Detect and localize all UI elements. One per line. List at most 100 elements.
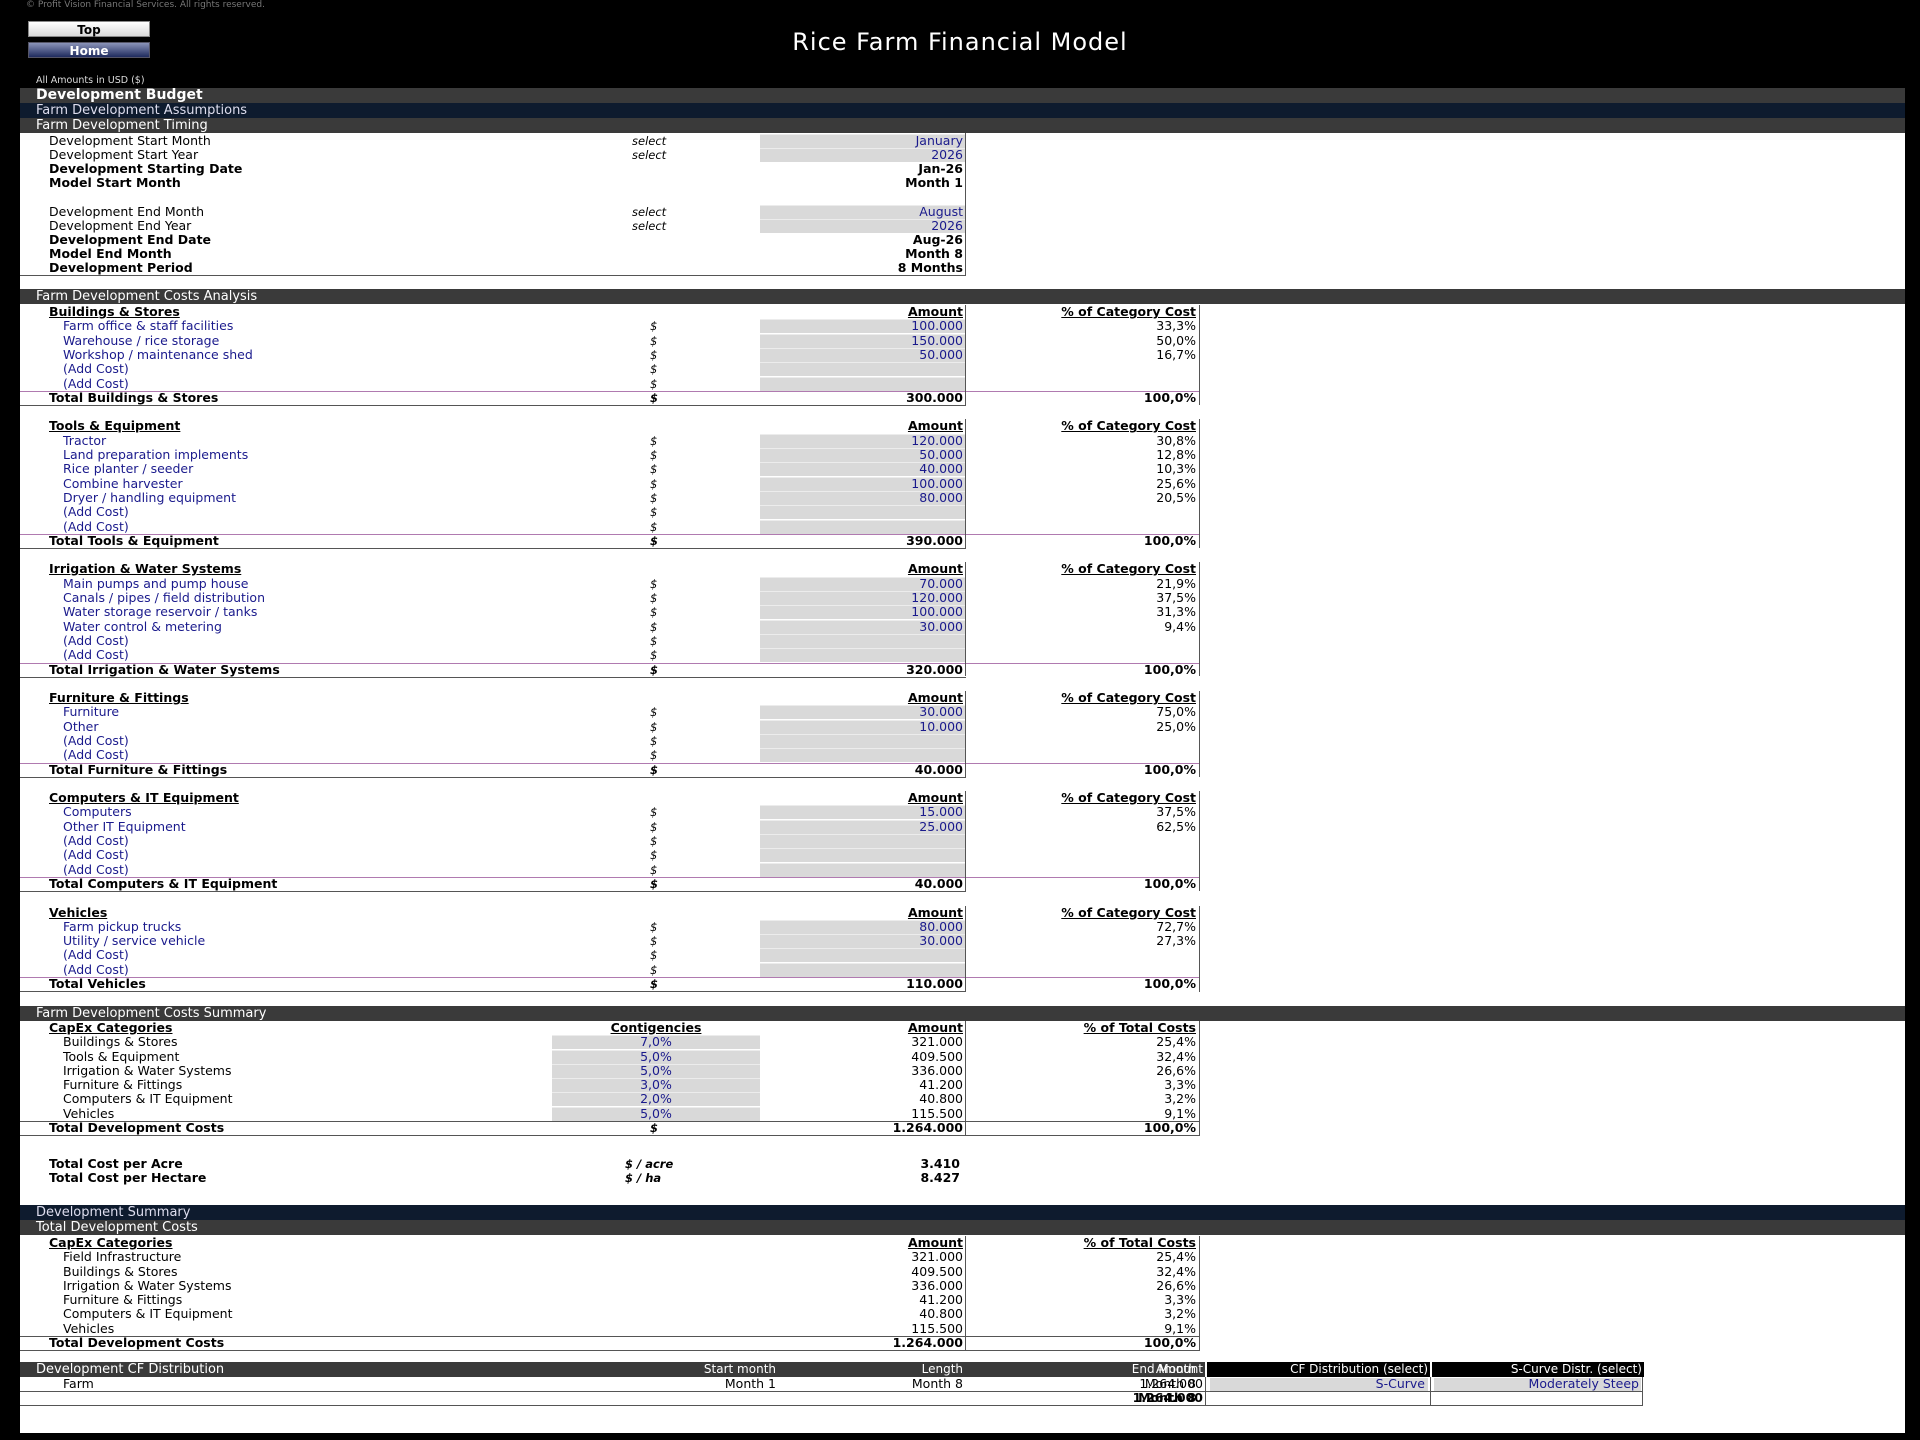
- currency-symbol: $: [650, 805, 658, 819]
- summary-row-amount: 40.800: [919, 1091, 963, 1106]
- cost-item-pct: 72,7%: [1156, 919, 1196, 934]
- cost-item-label: Water storage reservoir / tanks: [63, 604, 258, 619]
- cost-item-pct: 25,0%: [1156, 719, 1196, 734]
- cost-item-amount[interactable]: 30.000: [760, 620, 963, 634]
- dev-period-value: 8 Months: [897, 260, 963, 275]
- currency-symbol: $: [650, 319, 658, 333]
- devsum-row-pct: 25,4%: [1156, 1249, 1196, 1264]
- start-year-value[interactable]: 2026: [760, 148, 963, 162]
- row-divider: [20, 1350, 1200, 1351]
- column-divider: [965, 562, 966, 676]
- summary-row-pct: 25,4%: [1156, 1034, 1196, 1049]
- category-total-amount: 300.000: [906, 390, 963, 405]
- cost-item-amount[interactable]: 30.000: [760, 705, 963, 719]
- devsum-row-pct: 9,1%: [1164, 1321, 1196, 1336]
- cost-item-amount[interactable]: 70.000: [760, 577, 963, 591]
- devsum-total-amount: 1.264.000: [892, 1335, 963, 1350]
- cost-item-amount[interactable]: 10.000: [760, 720, 963, 734]
- end-date-label: Development End Date: [49, 232, 212, 247]
- end-year-value[interactable]: 2026: [760, 219, 963, 233]
- select-hint: select: [632, 219, 667, 233]
- cost-item-amount[interactable]: 25.000: [760, 820, 963, 834]
- cost-item-row: Canals / pipes / field distribution $120.…: [20, 591, 1220, 606]
- cost-item-pct: 25,6%: [1156, 476, 1196, 491]
- cost-item-amount[interactable]: 100.000: [760, 319, 963, 333]
- start-date-value: Jan-26: [918, 161, 963, 176]
- cost-item-amount[interactable]: 30.000: [760, 934, 963, 948]
- contingency-value[interactable]: 2,0%: [552, 1092, 760, 1106]
- summary-row: Buildings & Stores 7,0% 321.000 25,4%: [20, 1035, 1220, 1049]
- category-title: Furniture & Fittings: [49, 690, 189, 706]
- select-hint: select: [632, 205, 667, 219]
- cost-item-amount[interactable]: 40.000: [760, 462, 963, 476]
- cost-item-amount[interactable]: 120.000: [760, 434, 963, 448]
- summary-row-label: Furniture & Fittings: [63, 1077, 183, 1092]
- cost-item-pct: 10,3%: [1156, 461, 1196, 476]
- devsum-row-amount: 409.500: [911, 1264, 963, 1279]
- contingency-value[interactable]: 5,0%: [552, 1107, 760, 1121]
- cost-item-pct: 27,3%: [1156, 933, 1196, 948]
- cost-item-amount[interactable]: 100.000: [760, 477, 963, 491]
- devsum-row: Vehicles 115.500 9,1%: [20, 1322, 1220, 1336]
- cost-item-row: Furniture $30.000 75,0%: [20, 705, 1220, 720]
- copyright-text: © Profit Vision Financial Services. All …: [26, 0, 265, 10]
- category-total-label: Total Tools & Equipment: [49, 533, 219, 548]
- section-costs-analysis: Farm Development Costs Analysis: [20, 289, 1905, 304]
- category-total-row: Total Furniture & Fittings $40.000 100,0%: [20, 762, 1220, 778]
- devsum-row-label: Furniture & Fittings: [63, 1292, 183, 1307]
- cf-length-value: Month 8: [911, 1376, 963, 1391]
- cost-item-amount[interactable]: 80.000: [760, 920, 963, 934]
- cost-item-amount[interactable]: 15.000: [760, 805, 963, 819]
- currency-symbol: $: [650, 634, 658, 648]
- devsum-row-pct: 3,2%: [1164, 1306, 1196, 1321]
- category-total-amount: 40.000: [914, 762, 963, 777]
- cost-per-hectare-value: 8.427: [920, 1170, 960, 1185]
- cost-item-label: (Add Cost): [63, 833, 129, 848]
- summary-header-row: CapEx Categories Contigencies Amount % of T…: [20, 1021, 1220, 1035]
- devsum-row-label: Computers & IT Equipment: [63, 1306, 233, 1321]
- contingency-value[interactable]: 3,0%: [552, 1078, 760, 1092]
- cf-row-label: Farm: [63, 1376, 94, 1391]
- cost-item-amount[interactable]: 80.000: [760, 491, 963, 505]
- cost-item-pct: 30,8%: [1156, 433, 1196, 448]
- cf-dist-value[interactable]: S-Curve: [1210, 1377, 1425, 1391]
- currency-symbol: $: [650, 977, 659, 991]
- currency-symbol: $: [650, 620, 658, 634]
- category-total-pct: 100,0%: [1143, 533, 1196, 548]
- summary-total-pct: 100,0%: [1143, 1120, 1196, 1135]
- currency-symbol: $: [650, 920, 658, 934]
- dev-period-label: Development Period: [49, 260, 193, 275]
- cost-item-row: Warehouse / rice storage $150.000 50,0%: [20, 334, 1220, 349]
- cost-item-row: (Add Cost) $: [20, 833, 1220, 849]
- cost-item-amount[interactable]: 50.000: [760, 448, 963, 462]
- section-development-summary: Development Summary: [20, 1205, 1905, 1220]
- currency-symbol: $: [650, 477, 658, 491]
- contingency-value[interactable]: 7,0%: [552, 1035, 760, 1049]
- currency-symbol: $: [650, 605, 658, 619]
- category-total-row: Total Computers & IT Equipment $40.000 100…: [20, 877, 1220, 892]
- cf-dist-header: CF Distribution (select): [1290, 1362, 1428, 1376]
- cost-item-amount[interactable]: 100.000: [760, 605, 963, 619]
- cost-item-row: Water storage reservoir / tanks $100.000 3…: [20, 604, 1220, 620]
- summary-row: Irrigation & Water Systems 5,0% 336.000 26,…: [20, 1064, 1220, 1078]
- category-header-row: Buildings & Stores Amount % of Category Co…: [20, 305, 1220, 319]
- select-hint: select: [632, 134, 667, 148]
- cost-item-amount[interactable]: 120.000: [760, 591, 963, 605]
- cost-item-pct: 37,5%: [1156, 804, 1196, 819]
- model-start-value: Month 1: [905, 175, 963, 190]
- start-month-value[interactable]: January: [760, 134, 963, 148]
- end-month-value[interactable]: August: [760, 205, 963, 219]
- cost-item-row: Tractor $120.000 30,8%: [20, 433, 1220, 449]
- category-total-label: Total Irrigation & Water Systems: [49, 662, 280, 677]
- cost-item-pct: 9,4%: [1164, 619, 1196, 634]
- cost-item-label: (Add Cost): [63, 647, 129, 662]
- cost-item-label: (Add Cost): [63, 504, 129, 519]
- cost-item-amount[interactable]: 150.000: [760, 334, 963, 348]
- contingency-value[interactable]: 5,0%: [552, 1064, 760, 1078]
- devsum-row: Irrigation & Water Systems 336.000 26,6%: [20, 1279, 1220, 1293]
- summary-row-label: Buildings & Stores: [63, 1034, 178, 1049]
- cost-item-amount[interactable]: 50.000: [760, 348, 963, 362]
- devsum-total-row: Total Development Costs 1.264.000 100,0%: [20, 1336, 1220, 1350]
- contingency-value[interactable]: 5,0%: [552, 1050, 760, 1064]
- scurve-value[interactable]: Moderately Steep: [1434, 1377, 1639, 1391]
